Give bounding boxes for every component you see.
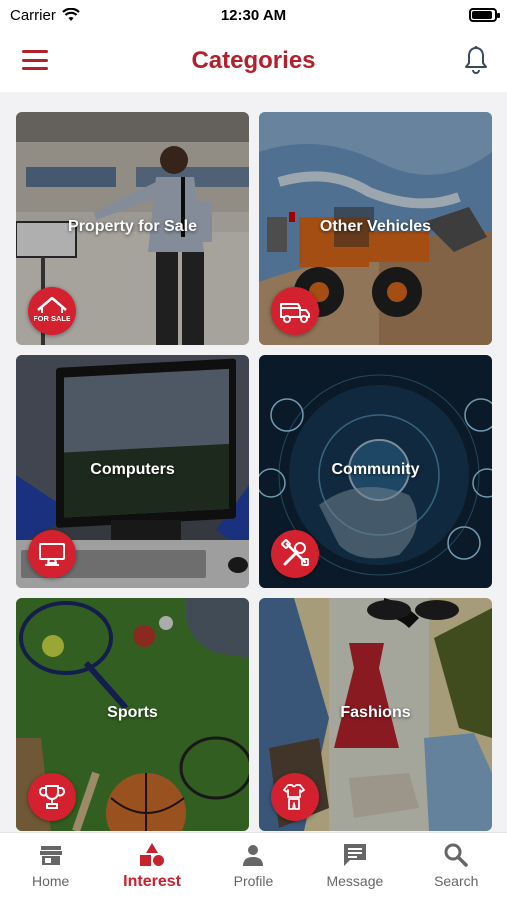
menu-line <box>22 50 48 53</box>
chat-icon <box>341 841 369 869</box>
tab-interest[interactable]: Interest <box>107 841 197 891</box>
category-grid: Property for Sale FOR SALE Other Vehicle… <box>16 112 492 831</box>
wifi-icon <box>62 8 80 21</box>
category-badge: FOR SALE <box>28 287 76 335</box>
category-card-sports[interactable]: Sports <box>16 598 249 831</box>
category-badge <box>271 530 319 578</box>
bell-icon <box>465 46 487 74</box>
notifications-button[interactable] <box>463 45 489 75</box>
tab-profile[interactable]: Profile <box>208 841 298 889</box>
clothing-icon <box>283 784 305 810</box>
header: Categories <box>0 30 507 92</box>
battery-icon <box>469 8 500 22</box>
category-badge <box>28 773 76 821</box>
category-label: Community <box>331 461 420 478</box>
for-sale-house-icon: FOR SALE <box>34 296 70 323</box>
category-label: Sports <box>107 704 158 721</box>
category-label: Property for Sale <box>68 218 197 235</box>
menu-button[interactable] <box>22 50 48 70</box>
tab-label: Message <box>326 873 384 889</box>
tab-label: Search <box>434 873 479 889</box>
category-card-computers[interactable]: Computers <box>16 355 249 588</box>
page-title: Categories <box>191 47 316 74</box>
monitor-icon <box>39 543 65 566</box>
store-icon <box>37 841 65 869</box>
category-label: Computers <box>90 461 175 478</box>
status-left: Carrier <box>10 7 80 24</box>
for-sale-text: FOR SALE <box>34 314 70 323</box>
tab-search[interactable]: Search <box>411 841 501 889</box>
tab-label: Home <box>32 873 70 889</box>
category-badge <box>28 530 76 578</box>
tab-home[interactable]: Home <box>6 841 96 889</box>
carrier-label: Carrier <box>10 6 56 24</box>
category-badge <box>271 773 319 821</box>
trophy-icon <box>39 785 65 809</box>
status-bar: Carrier 12:30 AM <box>0 0 507 30</box>
category-card-community[interactable]: Community <box>259 355 492 588</box>
person-icon <box>239 841 267 869</box>
search-icon <box>442 841 470 869</box>
category-label: Other Vehicles <box>319 218 432 235</box>
category-card-other-vehicles[interactable]: Other Vehicles <box>259 112 492 345</box>
bottom-tab-bar: Home Interest Profile Message Search <box>0 832 507 900</box>
category-card-fashions[interactable]: Fashions <box>259 598 492 831</box>
category-label: Fashions <box>340 704 411 721</box>
category-list: Property for Sale FOR SALE Other Vehicle… <box>0 92 507 832</box>
truck-icon <box>280 303 310 323</box>
category-badge <box>271 287 319 335</box>
tab-label: Interest <box>123 873 181 890</box>
tab-label: Profile <box>233 873 274 889</box>
menu-line <box>22 67 48 70</box>
tab-message[interactable]: Message <box>310 841 400 889</box>
category-card-property-for-sale[interactable]: Property for Sale FOR SALE <box>16 112 249 345</box>
menu-line <box>22 58 48 62</box>
shapes-icon <box>138 841 166 869</box>
tools-icon <box>281 539 309 566</box>
